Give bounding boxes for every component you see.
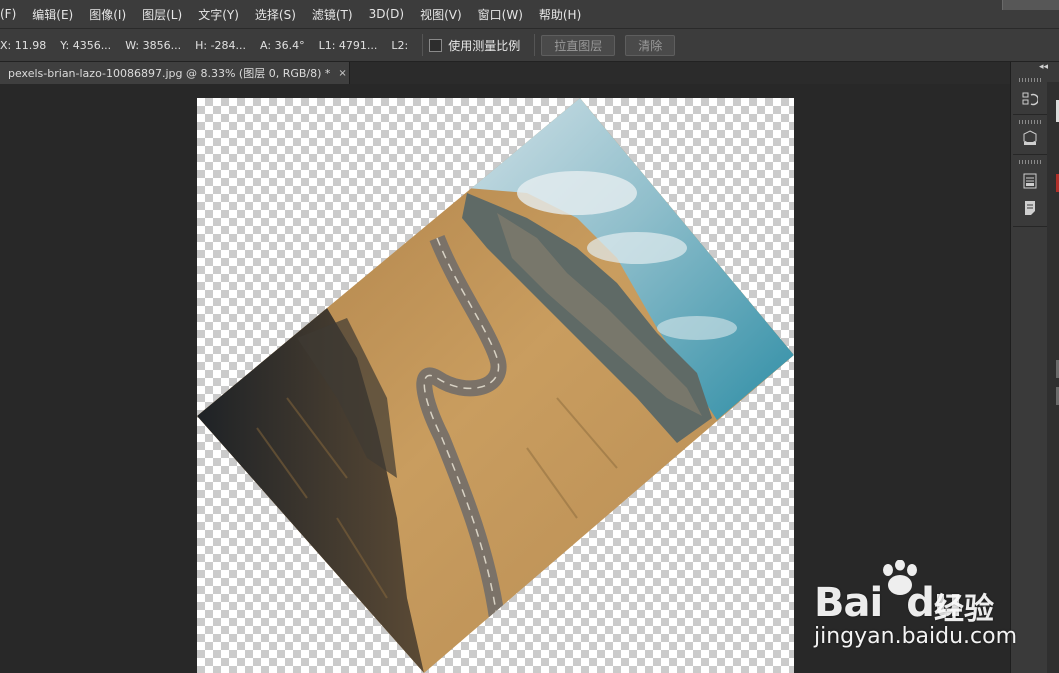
menu-type[interactable]: 文字(Y) — [190, 6, 247, 23]
notes-icon[interactable] — [1019, 198, 1041, 218]
menu-help[interactable]: 帮助(H) — [531, 6, 589, 23]
rotated-photo — [197, 98, 794, 673]
document-tab-title: pexels-brian-lazo-10086897.jpg @ 8.33% (… — [8, 67, 331, 80]
readout-y: Y: 4356... — [60, 38, 112, 52]
options-bar: X: 11.98 Y: 4356... W: 3856... H: -284..… — [0, 29, 1059, 62]
clear-button[interactable]: 清除 — [625, 34, 676, 56]
close-icon[interactable]: × — [338, 68, 346, 79]
panel-grip[interactable] — [1019, 160, 1043, 164]
use-measure-scale-label: 使用测量比例 — [448, 38, 521, 53]
readout-l1: L1: 4791... — [318, 38, 378, 52]
menu-bar: (F) 编辑(E) 图像(I) 图层(L) 文字(Y) 选择(S) 滤镜(T) … — [0, 0, 1059, 29]
window-controls[interactable] — [1002, 0, 1059, 10]
baidu-jingyan-watermark: Bai du 经验 jingyan.baidu.com — [812, 560, 1017, 660]
document-canvas[interactable] — [197, 98, 794, 673]
watermark-jingyan: 经验 — [934, 592, 994, 627]
watermark-url: jingyan.baidu.com — [814, 624, 1018, 649]
panel-grip[interactable] — [1019, 120, 1043, 124]
menu-file[interactable]: (F) — [0, 7, 24, 21]
menu-window[interactable]: 窗口(W) — [470, 6, 531, 23]
divider — [422, 34, 424, 56]
panel-grip[interactable] — [1019, 78, 1043, 82]
menu-3d[interactable]: 3D(D) — [361, 7, 412, 21]
panel-divider — [1013, 226, 1049, 227]
document-tab-strip: pexels-brian-lazo-10086897.jpg @ 8.33% (… — [0, 62, 1010, 85]
readout-x: X: 11.98 — [0, 38, 47, 52]
use-measure-scale-option[interactable]: 使用测量比例 — [429, 37, 520, 54]
readout-angle: A: 36.4° — [260, 38, 305, 52]
menu-filter[interactable]: 滤镜(T) — [304, 6, 361, 23]
menu-image[interactable]: 图像(I) — [81, 6, 134, 23]
3d-cube-icon[interactable] — [1019, 128, 1041, 148]
document-tab[interactable]: pexels-brian-lazo-10086897.jpg @ 8.33% (… — [0, 62, 350, 84]
history-icon[interactable] — [1019, 89, 1041, 109]
menu-edit[interactable]: 编辑(E) — [24, 6, 81, 23]
menu-select[interactable]: 选择(S) — [247, 6, 304, 23]
straighten-layer-button[interactable]: 拉直图层 — [541, 34, 616, 56]
collapse-panels-icon[interactable]: ◂◂ — [1039, 62, 1048, 72]
menu-view[interactable]: 视图(V) — [412, 6, 470, 23]
use-measure-scale-checkbox[interactable] — [429, 38, 443, 52]
panel-dock: ◂◂ — [1010, 62, 1059, 673]
menu-layer[interactable]: 图层(L) — [134, 6, 190, 23]
readout-w: W: 3856... — [125, 38, 182, 52]
readout-h: H: -284... — [195, 38, 247, 52]
panel-divider — [1013, 154, 1049, 155]
divider — [534, 34, 536, 56]
properties-icon[interactable] — [1019, 171, 1041, 191]
readout-l2: L2: — [391, 38, 409, 52]
panel-divider — [1013, 114, 1049, 115]
